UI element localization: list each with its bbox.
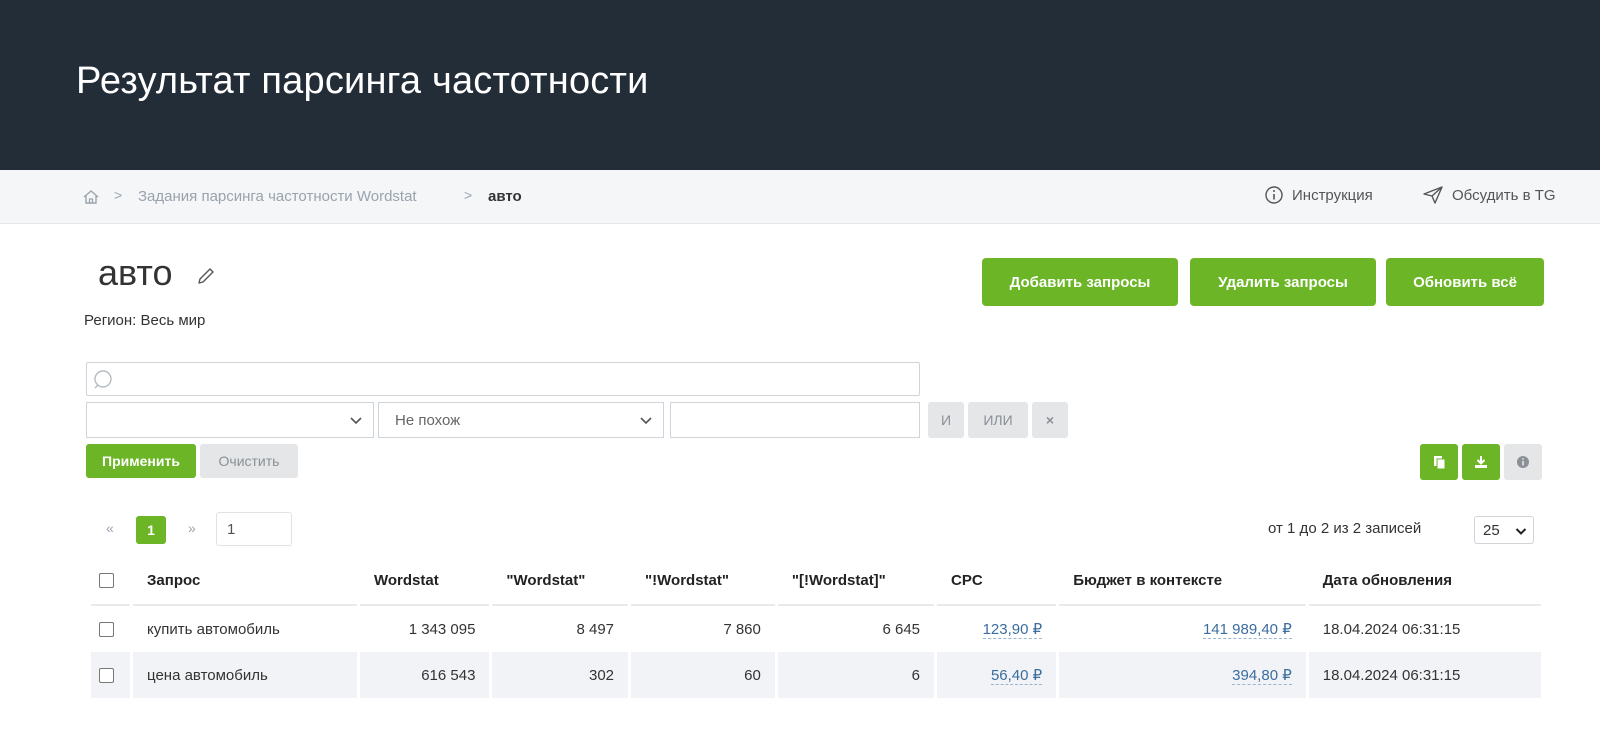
budget-cell: 394,80 ₽ bbox=[1059, 652, 1306, 698]
wordstat-excl-cell: 60 bbox=[631, 652, 775, 698]
clear-button[interactable]: Очистить bbox=[200, 444, 298, 478]
download-icon bbox=[1475, 456, 1487, 468]
instruction-link[interactable]: Инструкция bbox=[1264, 185, 1373, 205]
and-button[interactable]: И bbox=[928, 402, 964, 438]
breadcrumb-separator: > bbox=[114, 187, 123, 203]
table-row: цена автомобиль 616 543 302 60 6 56,40 ₽… bbox=[91, 652, 1541, 698]
refresh-all-button[interactable]: Обновить всё bbox=[1386, 258, 1544, 306]
pager-prev[interactable]: « bbox=[106, 520, 114, 536]
budget-link[interactable]: 141 989,40 ₽ bbox=[1202, 621, 1292, 639]
select-all-checkbox[interactable] bbox=[99, 573, 114, 589]
info-icon bbox=[1517, 456, 1529, 468]
records-info: от 1 до 2 из 2 записей bbox=[1268, 520, 1422, 537]
column-header[interactable]: Дата обновления bbox=[1308, 556, 1541, 606]
filter-text-input[interactable] bbox=[670, 402, 920, 438]
cpc-cell: 56,40 ₽ bbox=[937, 652, 1057, 698]
filter-condition-select[interactable]: Не похож bbox=[378, 402, 664, 438]
budget-link[interactable]: 394,80 ₽ bbox=[1232, 667, 1292, 685]
region-label: Регион: Весь мир bbox=[84, 312, 206, 329]
breadcrumb-separator: > bbox=[464, 187, 473, 203]
chevron-down-icon bbox=[350, 417, 362, 425]
query-cell: цена автомобиль bbox=[133, 652, 357, 698]
wordstat-cell: 616 543 bbox=[359, 652, 490, 698]
column-header[interactable]: "!Wordstat" bbox=[631, 556, 775, 606]
delete-queries-button[interactable]: Удалить запросы bbox=[1190, 258, 1376, 306]
select-all-cell bbox=[91, 556, 131, 606]
remove-filter-button[interactable]: × bbox=[1032, 402, 1068, 438]
wordstat-quoted-cell: 8 497 bbox=[576, 620, 615, 638]
updated-cell: 18.04.2024 06:31:15 bbox=[1308, 652, 1541, 698]
table-header-row: Запрос Wordstat "Wordstat" "!Wordstat" "… bbox=[91, 556, 1541, 606]
pencil-icon[interactable] bbox=[196, 266, 216, 286]
filter-field-select[interactable] bbox=[86, 402, 374, 438]
discuss-label: Обсудить в TG bbox=[1452, 186, 1556, 204]
chevron-down-icon bbox=[640, 417, 652, 425]
breadcrumb-parent-link[interactable]: Задания парсинга частотности Wordstat bbox=[138, 188, 417, 205]
info-icon bbox=[1265, 186, 1283, 204]
cpc-link[interactable]: 123,90 ₽ bbox=[982, 621, 1043, 639]
column-header[interactable]: "Wordstat" bbox=[492, 556, 629, 606]
info-button[interactable] bbox=[1504, 444, 1542, 480]
page-title: авто bbox=[98, 252, 173, 293]
wordstat-cell: 1 343 095 bbox=[408, 620, 476, 638]
send-icon bbox=[1423, 186, 1443, 204]
row-checkbox[interactable] bbox=[99, 622, 114, 638]
search-icon bbox=[94, 370, 112, 389]
row-select-cell bbox=[91, 606, 130, 652]
row-select-cell bbox=[91, 652, 131, 698]
page-header: Результат парсинга частотности bbox=[0, 0, 1600, 170]
add-queries-button[interactable]: Добавить запросы bbox=[982, 258, 1178, 306]
download-button[interactable] bbox=[1462, 444, 1500, 480]
breadcrumb-current: авто bbox=[488, 188, 522, 205]
cpc-cell: 123,90 ₽ bbox=[937, 606, 1056, 652]
wordstat-exact-cell: 6 645 bbox=[882, 620, 921, 638]
discuss-tg-link[interactable]: Обсудить в TG bbox=[1422, 185, 1556, 205]
cpc-link[interactable]: 56,40 ₽ bbox=[990, 667, 1043, 685]
pager-page-1[interactable]: 1 bbox=[136, 516, 166, 544]
query-cell: купить автомобиль bbox=[147, 620, 280, 638]
copy-button[interactable] bbox=[1420, 444, 1458, 480]
per-page-value: 25 bbox=[1483, 522, 1500, 539]
budget-cell: 141 989,40 ₽ bbox=[1059, 606, 1306, 652]
column-header[interactable]: Wordstat bbox=[359, 556, 490, 606]
column-header[interactable]: Запрос bbox=[133, 556, 357, 606]
wordstat-quoted-cell: 302 bbox=[492, 652, 629, 698]
or-button[interactable]: ИЛИ bbox=[968, 402, 1028, 438]
breadcrumb: > Задания парсинга частотности Wordstat … bbox=[0, 170, 1600, 224]
table-row: купить автомобиль 1 343 095 8 497 7 860 … bbox=[91, 606, 1541, 652]
per-page-select[interactable]: 25 bbox=[1474, 516, 1534, 544]
column-header[interactable]: Бюджет в контексте bbox=[1059, 556, 1306, 606]
home-icon[interactable] bbox=[82, 188, 100, 206]
apply-button[interactable]: Применить bbox=[86, 444, 196, 478]
pager-goto-input[interactable]: 1 bbox=[216, 512, 292, 546]
instruction-label: Инструкция bbox=[1292, 186, 1373, 204]
wordstat-exact-cell: 6 bbox=[777, 652, 935, 698]
row-checkbox[interactable] bbox=[99, 668, 114, 684]
search-input[interactable] bbox=[86, 362, 920, 396]
updated-cell: 18.04.2024 06:31:15 bbox=[1322, 620, 1461, 638]
wordstat-excl-cell: 7 860 bbox=[723, 620, 761, 638]
copy-icon bbox=[1434, 456, 1446, 470]
pager-next[interactable]: » bbox=[188, 520, 196, 536]
header-title: Результат парсинга частотности bbox=[76, 60, 649, 102]
filter-condition-value: Не похож bbox=[395, 412, 461, 429]
chevron-down-icon bbox=[1515, 528, 1527, 535]
results-table: Запрос Wordstat "Wordstat" "!Wordstat" "… bbox=[88, 556, 1544, 698]
column-header[interactable]: CPC bbox=[937, 556, 1057, 606]
column-header[interactable]: "[!Wordstat]" bbox=[777, 556, 935, 606]
